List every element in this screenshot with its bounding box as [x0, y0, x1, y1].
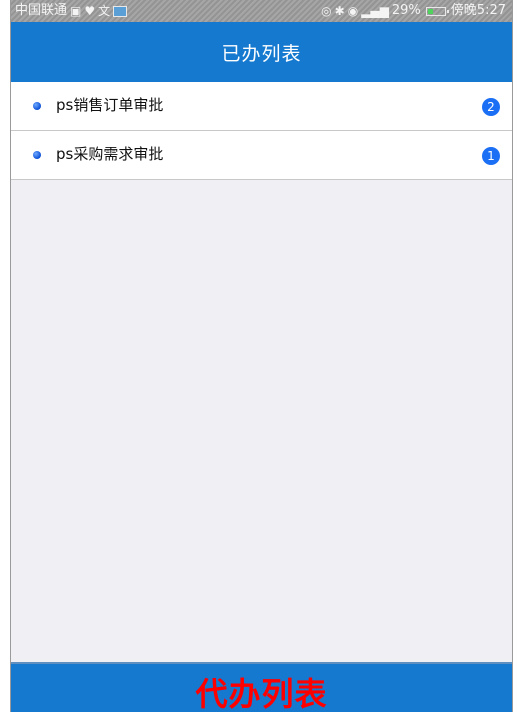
todo-list-tab[interactable]: 代办列表 [195, 678, 327, 712]
bluetooth-icon: ✱ [334, 4, 345, 18]
status-bar-left: 中国联通 ▣ ♥ 文 [15, 0, 128, 22]
list-item-sales-order[interactable]: ps销售订单审批 2 [11, 82, 512, 131]
count-badge: 1 [482, 147, 500, 165]
battery-percent: 29% [391, 3, 421, 18]
nfc-icon: ◎ [321, 4, 332, 18]
carrier-label: 中国联通 [15, 3, 68, 18]
count-badge: 2 [482, 98, 500, 116]
status-bar: 中国联通 ▣ ♥ 文 ◎ ✱ ◉ ▂▄▆ 29% 傍晚5:27 [11, 0, 512, 22]
app-icon: 文 [98, 4, 111, 18]
list-item-label: ps采购需求审批 [56, 145, 164, 163]
heart-icon: ♥ [84, 4, 96, 18]
bullet-icon [33, 102, 41, 110]
battery-icon [425, 6, 449, 16]
done-list: ps销售订单审批 2 ps采购需求审批 1 [11, 82, 512, 180]
eye-icon: ◉ [347, 4, 359, 18]
app-frame: 中国联通 ▣ ♥ 文 ◎ ✱ ◉ ▂▄▆ 29% 傍晚5:27 已办列表 ps销… [10, 0, 513, 712]
bottom-tab-bar[interactable]: 代办列表 [11, 662, 512, 712]
header-bar: 已办列表 [11, 22, 512, 82]
battery-tip [446, 9, 449, 13]
page-title: 已办列表 [221, 42, 302, 65]
signal-icon: ▂▄▆ [361, 4, 389, 18]
image-icon [113, 5, 128, 17]
battery-fill [427, 8, 433, 14]
bullet-icon [33, 151, 41, 159]
list-item-label: ps销售订单审批 [56, 96, 164, 114]
clock: 傍晚5:27 [450, 3, 506, 18]
briefcase-icon: ▣ [70, 4, 82, 18]
status-bar-right: ◎ ✱ ◉ ▂▄▆ 29% 傍晚5:27 [321, 0, 506, 22]
list-item-purchase-request[interactable]: ps采购需求审批 1 [11, 131, 512, 180]
